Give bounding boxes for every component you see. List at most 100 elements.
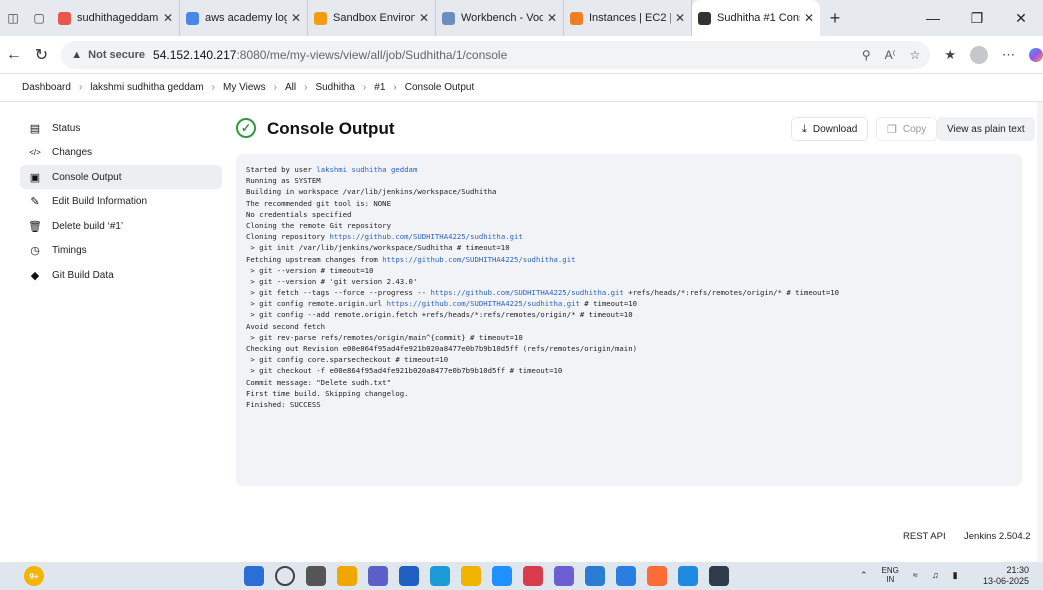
url-path: :8080/me/my-views/view/all/job/Sudhitha/… (236, 47, 508, 62)
breadcrumb-item[interactable]: My Views (223, 82, 266, 93)
jenkins-version[interactable]: Jenkins 2.504.2 (964, 531, 1031, 542)
taskbar-app-icon[interactable] (337, 566, 357, 586)
sidebar-item[interactable]: ◆ Git Build Data (20, 263, 222, 287)
download-button[interactable]: ⤓ Download (791, 117, 869, 141)
copy-button[interactable]: ❐ Copy (876, 117, 938, 141)
read-aloud-icon[interactable]: A⁽ (885, 48, 896, 62)
volume-icon[interactable]: ♫ (932, 570, 939, 580)
tab-close-icon[interactable]: ✕ (675, 11, 685, 25)
browser-tab[interactable]: Instances | EC2 | us ✕ (564, 0, 692, 36)
console-text: No credentials specified (246, 209, 352, 219)
browser-tab[interactable]: aws academy login ✕ (180, 0, 308, 36)
breadcrumb-item[interactable]: All (285, 82, 296, 93)
profile-avatar[interactable] (970, 45, 988, 64)
breadcrumb-item[interactable]: Sudhitha (315, 82, 354, 93)
browser-tab[interactable]: Sandbox Environme ✕ (308, 0, 436, 36)
browser-tab[interactable]: Workbench - Vocar ✕ (436, 0, 564, 36)
console-text: > git config remote.origin.url (246, 299, 387, 309)
taskbar-app-icon[interactable] (585, 566, 605, 586)
console-link[interactable]: https://github.com/SUDHITHA4225/sudhitha… (329, 232, 522, 241)
back-icon[interactable]: ← (0, 46, 28, 64)
console-text: Building in workspace /var/lib/jenkins/w… (246, 187, 497, 197)
tab-title: Sandbox Environme (333, 12, 415, 24)
breadcrumb-separator-icon: › (304, 82, 308, 93)
taskbar-app-icon[interactable] (430, 566, 450, 586)
console-line: > git config core.sparsecheckout # timeo… (246, 354, 1012, 365)
taskbar-app-icon[interactable] (368, 566, 388, 586)
console-line: > git fetch --tags --force --progress --… (246, 287, 1012, 298)
download-icon: ⤓ (802, 122, 807, 135)
taskbar-app-icon[interactable] (678, 566, 698, 586)
favorites-icon[interactable]: ★ (944, 47, 956, 63)
tab-favicon-icon (186, 11, 199, 25)
taskbar-app-icon[interactable] (616, 566, 636, 586)
console-link[interactable]: https://github.com/SUDHITHA4225/sudhitha… (382, 255, 575, 264)
copilot-icon[interactable] (1029, 47, 1043, 62)
browser-tab[interactable]: Sudhitha #1 Conso ✕ (692, 0, 820, 36)
minimize-icon[interactable]: — (911, 10, 955, 27)
language-indicator[interactable]: ENG IN (882, 566, 899, 584)
tab-title: sudhithageddam@ (77, 12, 159, 24)
show-hidden-icons[interactable]: ⌃ (860, 570, 868, 581)
tab-close-icon[interactable]: ✕ (291, 11, 301, 25)
console-text: Cloning repository (246, 232, 330, 242)
browser-tab[interactable]: sudhithageddam@ ✕ (52, 0, 180, 36)
taskbar-app-icon[interactable] (492, 566, 512, 586)
taskbar-app-icon[interactable] (709, 566, 729, 586)
console-line: Checking out Revision e00e864f95ad4fe921… (246, 343, 1012, 354)
sidebar-item[interactable]: </> Changes (20, 141, 222, 165)
console-line: Cloning the remote Git repository (246, 220, 1012, 231)
console-link[interactable]: https://github.com/SUDHITHA4225/sudhitha… (387, 299, 580, 308)
zoom-icon[interactable]: ⚲ (862, 48, 871, 62)
sidebar-item[interactable]: 🗑 Delete build ‘#1’ (20, 214, 222, 238)
rest-api-link[interactable]: REST API (903, 531, 946, 542)
terminal-icon: ▣ (29, 171, 41, 184)
lang-top: ENG (881, 566, 899, 575)
tab-actions-icon[interactable]: ▢ (26, 0, 52, 36)
tab-close-icon[interactable]: ✕ (804, 11, 814, 25)
console-text: > git rev-parse refs/remotes/origin/main… (246, 332, 523, 342)
view-plain-text-label: View as plain text (947, 123, 1025, 135)
favorite-star-icon[interactable]: ☆ (910, 48, 921, 62)
workspaces-icon[interactable]: ◫ (0, 0, 26, 36)
reload-icon[interactable]: ↻ (28, 45, 56, 65)
view-plain-text-button[interactable]: View as plain text (937, 117, 1035, 141)
tab-close-icon[interactable]: ✕ (547, 11, 557, 25)
sidebar-item[interactable]: ◷ Timings (20, 239, 222, 263)
page-scrollbar[interactable] (1037, 102, 1043, 562)
breadcrumb-item[interactable]: lakshmi sudhitha geddam (90, 82, 203, 93)
close-window-icon[interactable]: ✕ (999, 10, 1043, 27)
console-link[interactable]: https://github.com/SUDHITHA4225/sudhitha… (431, 288, 624, 297)
console-line: Fetching upstream changes from https://g… (246, 254, 1012, 265)
url-field[interactable]: ▲ Not secure 54.152.140.217:8080/me/my-v… (61, 40, 931, 69)
taskbar-app-icon[interactable] (275, 566, 295, 586)
console-text: > git config --add remote.origin.fetch +… (246, 310, 633, 320)
tab-close-icon[interactable]: ✕ (419, 11, 429, 25)
more-menu-icon[interactable]: ⋯ (1002, 47, 1015, 63)
breadcrumb-item[interactable]: Dashboard (22, 82, 71, 93)
wifi-icon[interactable]: ≈ (913, 570, 918, 580)
breadcrumb-item[interactable]: Console Output (405, 82, 475, 93)
new-tab-button[interactable]: + (820, 8, 850, 29)
taskbar-app-icon[interactable] (461, 566, 481, 586)
sidebar-item[interactable]: ▤ Status (20, 116, 222, 140)
restore-icon[interactable]: ❐ (955, 10, 999, 27)
system-clock[interactable]: 21:30 13-06-2025 (983, 565, 1029, 587)
console-line: > git rev-parse refs/remotes/origin/main… (246, 332, 1012, 343)
taskbar-app-icon[interactable] (554, 566, 574, 586)
battery-icon[interactable]: ▮ (953, 570, 958, 581)
page-title: Console Output (267, 119, 395, 138)
taskbar-app-icon[interactable] (399, 566, 419, 586)
tab-close-icon[interactable]: ✕ (163, 11, 173, 25)
taskbar-app-icon[interactable] (244, 566, 264, 586)
weather-widget[interactable]: 9+ (24, 566, 44, 586)
console-output: Started by user lakshmi sudhitha geddam R… (236, 154, 1022, 486)
breadcrumb-item[interactable]: #1 (374, 82, 385, 93)
taskbar-app-icon[interactable] (306, 566, 326, 586)
breadcrumb-separator-icon: › (78, 82, 83, 93)
sidebar-item[interactable]: ✎ Edit Build Information (20, 190, 222, 214)
sidebar-item[interactable]: ▣ Console Output (20, 165, 222, 189)
taskbar-app-icon[interactable] (523, 566, 543, 586)
console-link[interactable]: lakshmi sudhitha geddam (316, 165, 417, 174)
taskbar-app-icon[interactable] (647, 566, 667, 586)
